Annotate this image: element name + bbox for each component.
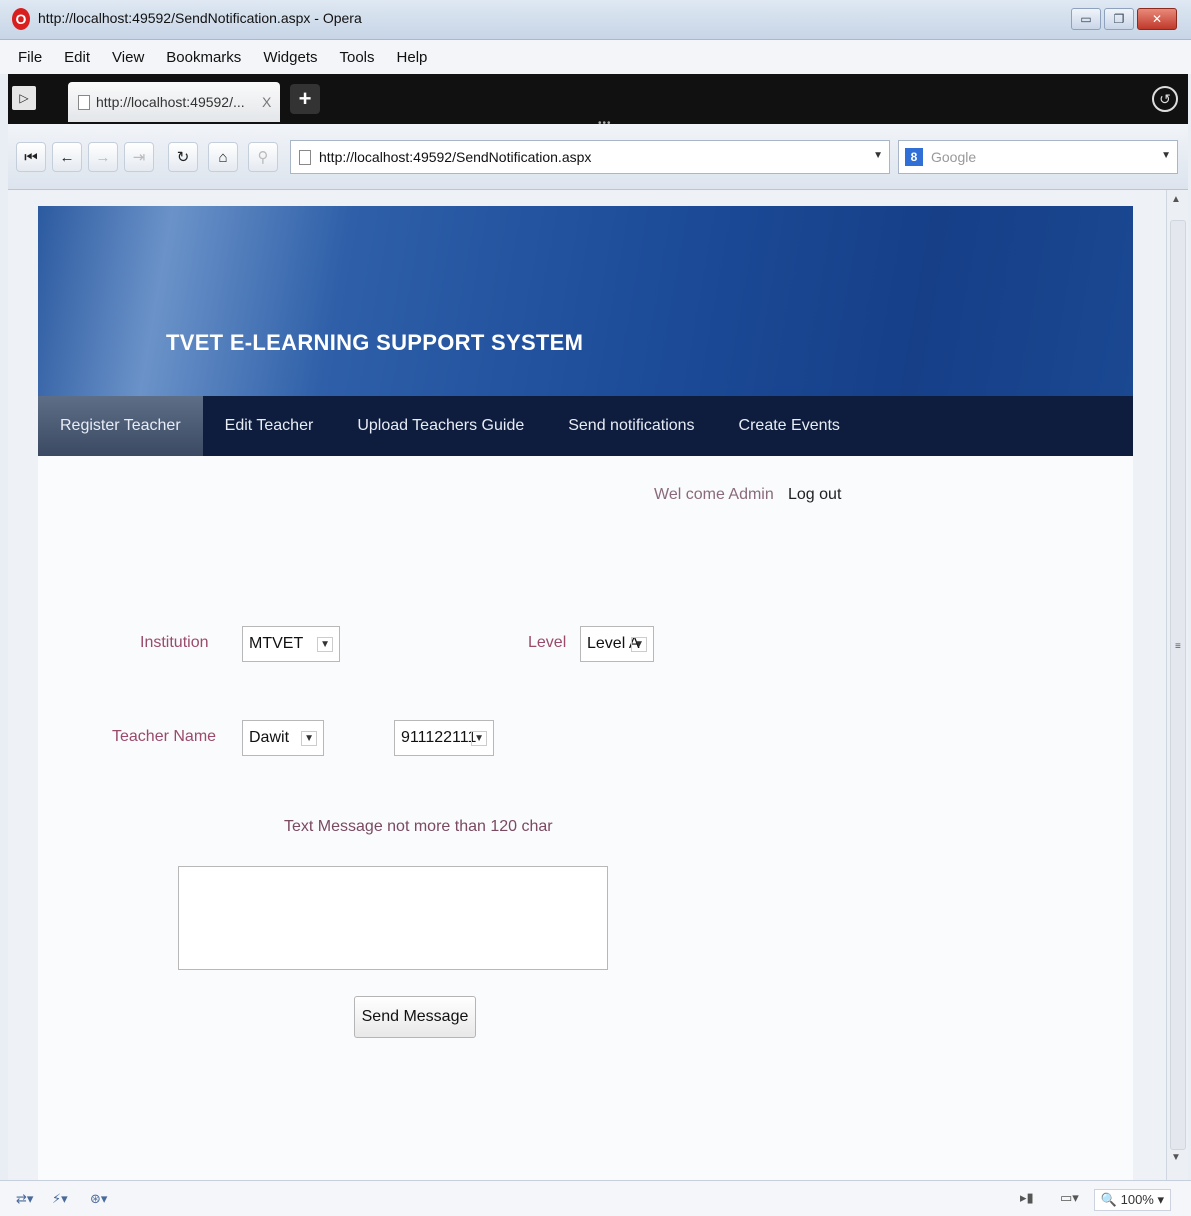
new-tab-button[interactable]: + <box>290 84 320 114</box>
minimize-button[interactable]: ▭ <box>1071 8 1101 30</box>
institution-label: Institution <box>140 634 209 651</box>
address-dropdown-icon[interactable]: ▼ <box>873 150 883 161</box>
reload-button[interactable]: ↻ <box>168 142 198 172</box>
menu-bookmarks[interactable]: Bookmarks <box>166 49 241 66</box>
search-box[interactable]: 8 Google ▼ <box>898 140 1178 174</box>
teacher-name-label: Teacher Name <box>112 728 217 745</box>
fast-forward-button[interactable]: ⇥ <box>124 142 154 172</box>
site-navbar: Register Teacher Edit Teacher Upload Tea… <box>38 396 1133 456</box>
page-icon <box>78 94 90 110</box>
window-title: http://localhost:49592/SendNotification.… <box>38 10 362 26</box>
menu-widgets[interactable]: Widgets <box>263 49 317 66</box>
nav-edit-teacher[interactable]: Edit Teacher <box>203 396 336 456</box>
nav-send-notifications[interactable]: Send notifications <box>546 396 716 456</box>
window-titlebar: O http://localhost:49592/SendNotificatio… <box>0 0 1191 40</box>
message-hint: Text Message not more than 120 char <box>284 818 553 835</box>
menu-help[interactable]: Help <box>397 49 428 66</box>
scroll-down-icon[interactable]: ▼ <box>1171 1152 1181 1163</box>
scroll-up-icon[interactable]: ▲ <box>1171 194 1181 205</box>
tab-bar: ▷ http://localhost:49592/... X + ••• ↺ <box>8 74 1188 129</box>
tab-close-button[interactable]: X <box>262 94 271 110</box>
scrollbar-thumb[interactable]: ≡ <box>1170 220 1186 1150</box>
panel-toggle-icon[interactable]: ▷ <box>12 86 36 110</box>
sync-icon[interactable]: ⇄▾ <box>16 1191 33 1207</box>
message-textarea[interactable] <box>178 866 608 970</box>
level-select[interactable]: Level A ▼ <box>580 626 654 662</box>
close-window-button[interactable]: ✕ <box>1137 8 1177 30</box>
vertical-scrollbar[interactable]: ▲ ≡ ▼ <box>1166 190 1188 1180</box>
opera-logo-icon: O <box>12 8 30 30</box>
nav-create-events[interactable]: Create Events <box>717 396 862 456</box>
web-page: TVET E-LEARNING SUPPORT SYSTEM Register … <box>38 206 1133 1180</box>
browser-tab[interactable]: http://localhost:49592/... X <box>68 82 280 122</box>
teacher-value: Dawit <box>249 729 290 746</box>
phone-value: 911122111 <box>401 729 477 746</box>
navigation-toolbar: ⏮ ← → ⇥ ↻ ⌂ ⚲ http://localhost:49592/Sen… <box>8 124 1188 190</box>
menu-edit[interactable]: Edit <box>64 49 90 66</box>
page-viewport: TVET E-LEARNING SUPPORT SYSTEM Register … <box>8 190 1166 1180</box>
logout-link[interactable]: Log out <box>788 486 841 504</box>
closed-tabs-icon[interactable]: ↺ <box>1152 86 1178 112</box>
zoom-control[interactable]: 🔍 100% ▾ <box>1093 1189 1171 1211</box>
zoom-value: 100% <box>1120 1192 1154 1207</box>
nav-upload-teachers-guide[interactable]: Upload Teachers Guide <box>335 396 546 456</box>
welcome-text: Wel come Admin <box>654 486 774 503</box>
send-message-button[interactable]: Send Message <box>354 996 476 1038</box>
window-controls: ▭ ❐ ✕ <box>1071 8 1177 30</box>
teacher-select[interactable]: Dawit ▼ <box>242 720 324 756</box>
site-title: TVET E-LEARNING SUPPORT SYSTEM <box>166 330 584 355</box>
search-dropdown-icon[interactable]: ▼ <box>1161 150 1171 161</box>
tab-label: http://localhost:49592/... <box>96 94 245 110</box>
chevron-down-icon: ▼ <box>471 731 487 746</box>
security-icon[interactable]: ⚲ <box>248 142 278 172</box>
status-bar: ⇄▾ ⚡▾ ⊛▾ ▸▮ ▭▾ 🔍 100% ▾ <box>0 1180 1191 1216</box>
turbo-icon[interactable]: ⚡▾ <box>52 1191 68 1207</box>
address-bar[interactable]: http://localhost:49592/SendNotification.… <box>290 140 890 174</box>
address-url: http://localhost:49592/SendNotification.… <box>319 149 592 165</box>
menu-tools[interactable]: Tools <box>340 49 375 66</box>
maximize-button[interactable]: ❐ <box>1104 8 1134 30</box>
chevron-down-icon: ▼ <box>631 637 647 652</box>
menu-bar: File Edit View Bookmarks Widgets Tools H… <box>0 40 1191 74</box>
institution-select[interactable]: MTVET ▼ <box>242 626 340 662</box>
institution-value: MTVET <box>249 635 304 652</box>
home-button[interactable]: ⌂ <box>208 142 238 172</box>
phone-select[interactable]: 911122111 ▼ <box>394 720 494 756</box>
site-banner: TVET E-LEARNING SUPPORT SYSTEM <box>38 206 1133 396</box>
level-label: Level <box>528 634 567 651</box>
grip-icon: ≡ <box>1175 641 1181 652</box>
chevron-down-icon: ▼ <box>301 731 317 746</box>
menu-file[interactable]: File <box>18 49 42 66</box>
address-page-icon <box>299 149 311 165</box>
search-placeholder: Google <box>931 149 977 165</box>
menu-view[interactable]: View <box>112 49 144 66</box>
rewind-button[interactable]: ⏮ <box>16 142 46 172</box>
chevron-down-icon: ▼ <box>317 637 333 652</box>
panel-icon[interactable]: ▸▮ <box>1020 1190 1034 1206</box>
search-engine-icon[interactable]: 8 <box>905 148 923 166</box>
back-button[interactable]: ← <box>52 142 82 172</box>
view-icon[interactable]: ▭▾ <box>1060 1190 1079 1206</box>
unite-icon[interactable]: ⊛▾ <box>90 1191 107 1207</box>
forward-button[interactable]: → <box>88 142 118 172</box>
nav-register-teacher[interactable]: Register Teacher <box>38 396 203 456</box>
